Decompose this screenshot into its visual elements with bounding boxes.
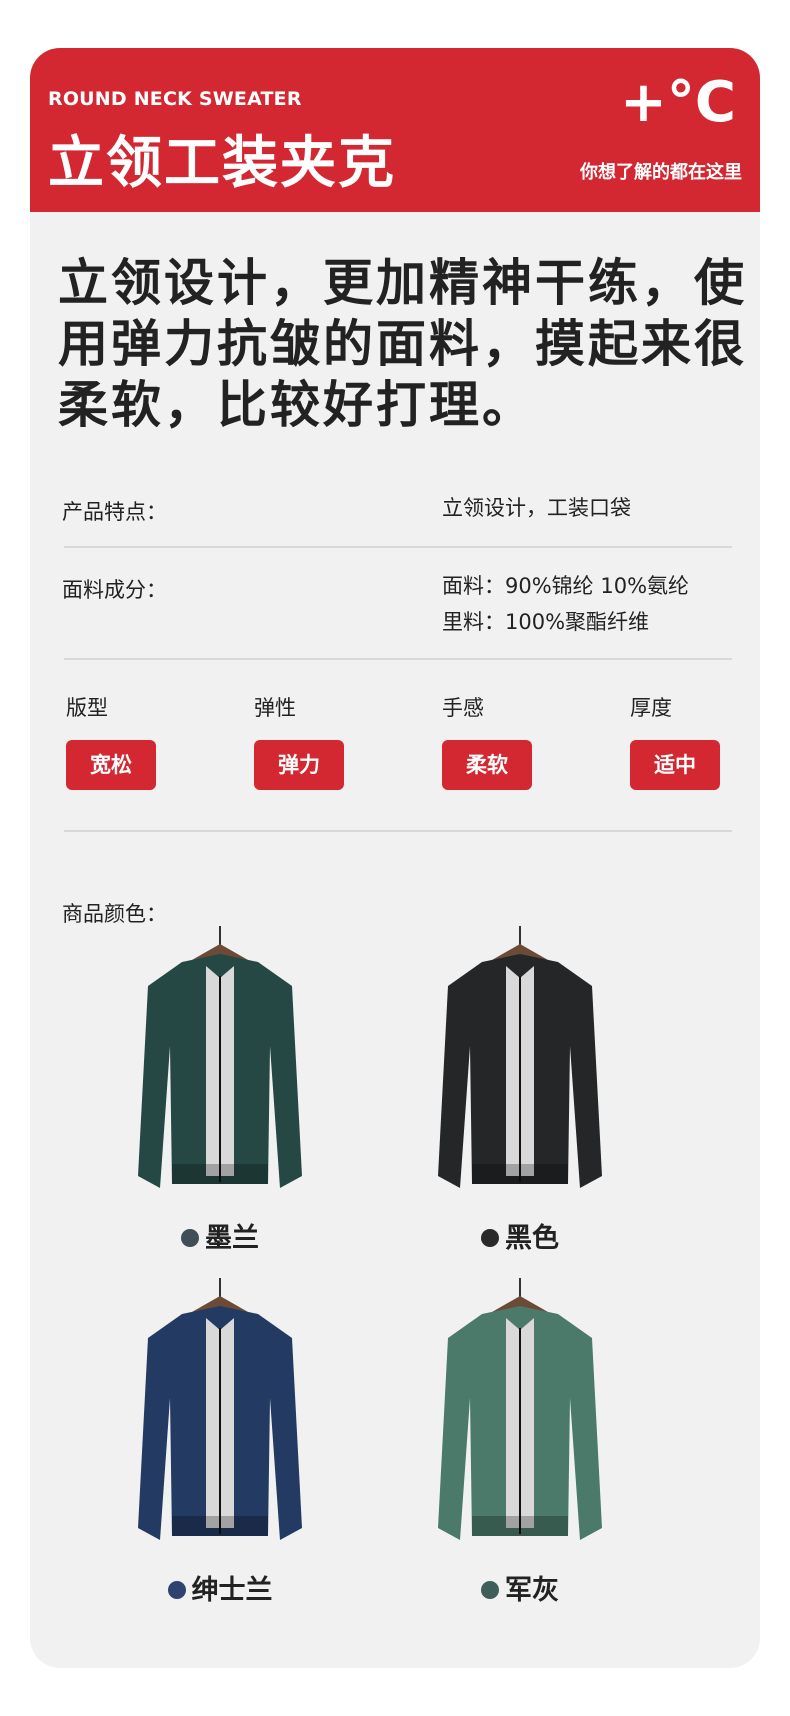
color-dot [167, 1580, 186, 1599]
fabric-value-outer: 面料：90%锦纶 10%氨纶 [442, 574, 690, 598]
product-headline: 立领设计，更加精神干练，使用弹力抗皱的面料，摸起来很柔软，比较好打理。 [58, 254, 747, 434]
color-name: 墨兰 [205, 1223, 259, 1254]
attr-badge: 弹力 [254, 740, 344, 790]
attr-badge: 宽松 [66, 740, 156, 790]
color-dot [181, 1228, 199, 1247]
jacket-image [138, 1278, 302, 1540]
attr-label: 版型 [66, 696, 108, 720]
product-color-black[interactable]: 黑色 [420, 926, 620, 1254]
divider [64, 546, 732, 548]
celsius-symbol: +°C [619, 70, 736, 135]
colors-label: 商品颜色： [62, 902, 167, 926]
attr-badge: 柔软 [442, 740, 532, 790]
features-label: 产品特点： [62, 500, 167, 524]
color-caption: 绅士兰 [120, 1568, 320, 1607]
color-name: 绅士兰 [191, 1575, 273, 1606]
color-name: 黑色 [505, 1223, 559, 1254]
color-caption: 墨兰 [120, 1216, 320, 1255]
fabric-label: 面料成分： [62, 578, 167, 602]
divider [64, 830, 732, 832]
product-color-military-grey[interactable]: 军灰 [420, 1278, 620, 1606]
product-detail-card: ROUND NECK SWEATER 立领工装夹克 +°C 你想了解的都在这里 … [30, 48, 760, 1668]
title-banner: ROUND NECK SWEATER 立领工装夹克 +°C 你想了解的都在这里 [30, 48, 760, 212]
attr-elasticity: 弹性 弹力 [254, 692, 344, 790]
attr-fit: 版型 宽松 [66, 692, 156, 790]
attr-badge: 适中 [630, 740, 720, 790]
product-color-gentleman-blue[interactable]: 绅士兰 [120, 1278, 320, 1606]
attr-thickness: 厚度 适中 [630, 692, 720, 790]
jacket-image [138, 926, 302, 1188]
divider [64, 658, 732, 660]
jacket-image [438, 1278, 602, 1540]
banner-title: 立领工装夹克 [48, 131, 396, 196]
jacket-image [438, 926, 602, 1188]
attr-label: 手感 [442, 696, 484, 720]
product-color-molan[interactable]: 墨兰 [120, 926, 320, 1254]
color-dot [481, 1228, 499, 1247]
attr-label: 弹性 [254, 696, 296, 720]
attr-hand-feel: 手感 柔软 [442, 692, 532, 790]
color-caption: 军灰 [420, 1568, 620, 1607]
fabric-value-lining: 里料：100%聚酯纤维 [442, 610, 650, 634]
color-name: 军灰 [505, 1575, 559, 1606]
banner-tagline: 你想了解的都在这里 [580, 162, 742, 183]
color-dot [481, 1580, 499, 1599]
attr-label: 厚度 [630, 696, 672, 720]
features-value: 立领设计，工装口袋 [442, 496, 631, 520]
banner-subtitle-en: ROUND NECK SWEATER [48, 88, 302, 110]
color-caption: 黑色 [420, 1216, 620, 1255]
